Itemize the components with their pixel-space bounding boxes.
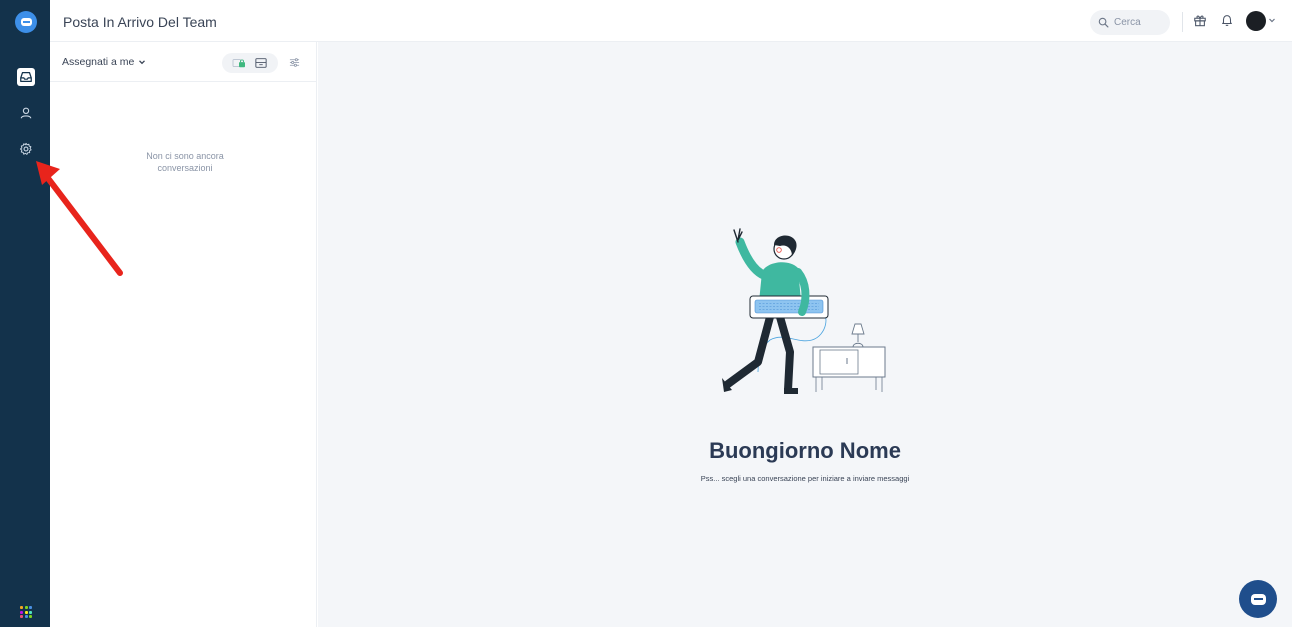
sidebar-item-contacts[interactable] xyxy=(17,104,35,122)
app-logo-icon[interactable] xyxy=(15,11,37,33)
status-toggle[interactable] xyxy=(222,53,278,73)
sidebar-item-settings[interactable] xyxy=(17,140,35,158)
person-keyboard-illustration xyxy=(722,228,886,394)
greeting-subtext: Pss... scegli una conversazione per iniz… xyxy=(700,474,910,483)
assignee-filter-label: Assegnati a me xyxy=(62,56,135,68)
chevron-down-icon[interactable] xyxy=(1268,16,1276,24)
inbox-icon xyxy=(20,72,32,82)
conversation-list-panel: Assegnati a me Non ci sono ancora conver… xyxy=(50,42,317,627)
chat-bubble-icon xyxy=(1250,593,1266,605)
greeting-title: Buongiorno Nome xyxy=(709,438,901,463)
search-input[interactable]: Cerca xyxy=(1090,10,1170,35)
sidebar-rail xyxy=(0,0,50,627)
archive-icon[interactable] xyxy=(254,57,268,69)
top-header: Posta In Arrivo Del Team Cerca xyxy=(50,0,1292,42)
bell-icon[interactable] xyxy=(1220,13,1234,27)
open-conversations-icon[interactable] xyxy=(232,57,246,69)
page-title: Posta In Arrivo Del Team xyxy=(63,14,217,30)
search-placeholder: Cerca xyxy=(1114,17,1141,28)
contacts-icon xyxy=(20,107,32,119)
filter-icon[interactable] xyxy=(289,57,300,68)
main-content: Buongiorno Nome Pss... scegli una conver… xyxy=(318,42,1292,627)
empty-conversations-text: Non ci sono ancora conversazioni xyxy=(146,151,224,173)
assignee-filter-dropdown[interactable]: Assegnati a me xyxy=(62,56,146,68)
avatar[interactable] xyxy=(1246,11,1266,31)
apps-grid-icon[interactable] xyxy=(20,606,32,618)
gift-icon[interactable] xyxy=(1193,13,1207,27)
chevron-down-icon xyxy=(139,60,146,65)
sidebar-item-inbox[interactable] xyxy=(17,68,35,86)
search-icon xyxy=(1098,17,1109,28)
support-chat-button[interactable] xyxy=(1239,580,1277,618)
header-divider xyxy=(1182,12,1183,32)
list-toolbar: Assegnati a me xyxy=(50,42,316,82)
settings-icon xyxy=(19,142,32,155)
